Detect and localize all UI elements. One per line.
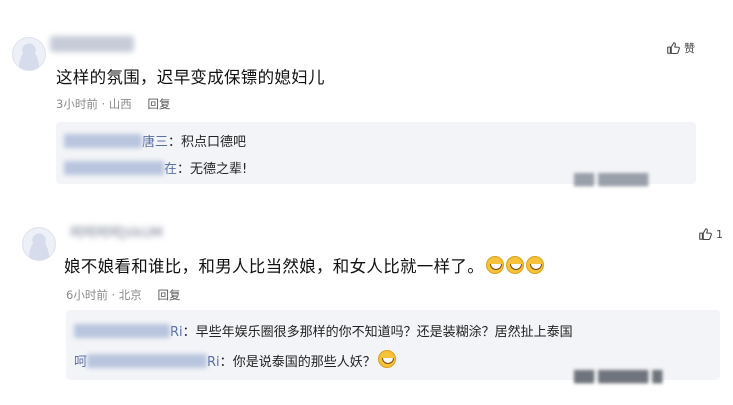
like-button[interactable]: 1 [698,227,723,241]
comment-meta: 3小时前 · 山西 回复 [56,97,171,111]
reply-text: 你是说泰国的那些人妖？ [232,355,376,370]
thumbs-up-icon [667,42,680,55]
watermark: ▇▇ ▇▇▇▇▇ ▇ [574,369,663,384]
comment-card-1: 赞 这样的氛围，迟早变成保镖的媳妇儿 3小时前 · 山西 回复 唐三：积点口德吧… [0,0,733,200]
username-blurred[interactable] [50,36,134,52]
reply-username[interactable]: Ri [207,355,220,370]
reply-username-blurred[interactable] [64,161,164,175]
comment-location: 北京 [118,288,142,302]
grinning-face-emoji [377,350,396,368]
reply-username[interactable]: 在 [164,162,177,177]
reply-item[interactable]: Ri：早些年娱乐圈很多那样的你不知道吗？还是装糊涂？居然扯上泰国 [74,321,573,340]
user-avatar[interactable] [12,37,46,71]
like-count: 1 [716,227,723,241]
username[interactable]: 呵呵呵呵jVkUM [66,221,167,242]
reply-text: 早些年娱乐圈很多那样的你不知道吗？还是装糊涂？居然扯上泰国 [195,325,573,340]
comment-location: 山西 [108,97,132,111]
reply-item[interactable]: 呵 Ri：你是说泰国的那些人妖？ [74,350,396,370]
reply-username-blurred[interactable] [87,354,208,368]
reply-button[interactable]: 回复 [157,288,180,302]
reply-item[interactable]: 唐三：积点口德吧 [64,131,246,150]
thumbs-up-icon [699,228,712,241]
comment-text: 娘不娘看和谁比，和男人比当然娘，和女人比就一样了。 [64,253,544,277]
user-avatar[interactable] [22,227,56,261]
reply-username-head[interactable]: 呵 [74,355,87,370]
reply-username-blurred[interactable] [74,324,170,338]
reply-item[interactable]: 在：无德之辈! [64,158,247,177]
comment-text: 这样的氛围，迟早变成保镖的媳妇儿 [56,68,325,87]
reply-text: 积点口德吧 [181,135,247,150]
like-count: 赞 [684,42,695,55]
like-button[interactable]: 赞 [666,40,695,56]
reply-username[interactable]: 唐三 [142,135,168,150]
comment-time: 3小时前 [56,97,98,111]
grinning-face-emoji [506,256,524,274]
comment-meta: 6小时前 · 北京 回复 [66,288,181,302]
watermark: ▇▇ ▇▇▇▇▇ [574,172,649,187]
reply-username-blurred[interactable] [64,134,142,148]
comment-time: 6小时前 [66,288,108,302]
reply-text: 无德之辈! [190,162,248,177]
comment-text-body: 娘不娘看和谁比，和男人比当然娘，和女人比就一样了。 [64,257,484,276]
comment-card-2: 呵呵呵呵jVkUM 1 娘不娘看和谁比，和男人比当然娘，和女人比就一样了。 6小… [0,205,733,405]
grinning-face-emoji [486,256,504,274]
reply-button[interactable]: 回复 [147,97,170,111]
reply-username[interactable]: Ri [170,325,183,340]
grinning-face-emoji [526,256,544,274]
